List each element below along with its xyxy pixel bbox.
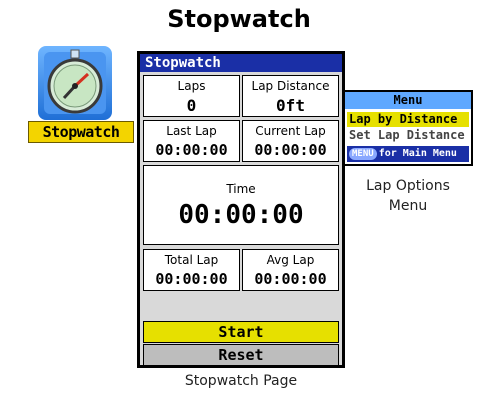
menu-key-icon: MENU	[349, 148, 377, 160]
menu-footer: MENU for Main Menu	[347, 146, 469, 162]
reset-button[interactable]: Reset	[143, 344, 339, 366]
lap-distance-field[interactable]: Lap Distance 0ft	[242, 75, 339, 117]
stopwatch-page-caption: Stopwatch Page	[184, 373, 298, 389]
lap-distance-value: 0ft	[276, 96, 305, 115]
lap-options-menu: Menu Lap by Distance Set Lap Distance ME…	[343, 90, 473, 166]
stopwatch-app-icon[interactable]	[38, 46, 112, 120]
avg-lap-field[interactable]: Avg Lap 00:00:00	[242, 249, 339, 291]
menu-item-set-lap-distance[interactable]: Set Lap Distance	[347, 128, 469, 143]
avg-lap-label: Avg Lap	[266, 253, 315, 267]
lap-options-caption: Lap Options Menu	[343, 176, 473, 216]
screen-body: Laps 0 Lap Distance 0ft Last Lap 00:00:0…	[140, 72, 342, 366]
laps-label: Laps	[177, 79, 206, 93]
stopwatch-icon	[44, 49, 106, 114]
avg-lap-value: 00:00:00	[254, 270, 327, 288]
lap-distance-label: Lap Distance	[251, 79, 330, 93]
last-lap-value: 00:00:00	[155, 141, 228, 159]
menu-list: Lap by Distance Set Lap Distance MENU for…	[345, 109, 471, 164]
last-lap-label: Last Lap	[166, 124, 217, 138]
app-icon-label: Stopwatch	[28, 121, 134, 143]
laps-value: 0	[186, 96, 197, 115]
total-lap-field[interactable]: Total Lap 00:00:00	[143, 249, 240, 291]
lap-options-caption-line1: Lap Options	[366, 178, 450, 194]
time-field[interactable]: Time 00:00:00	[143, 165, 339, 245]
time-label: Time	[226, 182, 256, 196]
menu-footer-text: for Main Menu	[378, 148, 457, 159]
stopwatch-screen: Stopwatch Laps 0 Lap Distance 0ft Last L…	[137, 51, 345, 368]
last-lap-field[interactable]: Last Lap 00:00:00	[143, 120, 240, 162]
current-lap-value: 00:00:00	[254, 141, 327, 159]
time-value: 00:00:00	[178, 200, 304, 230]
total-lap-label: Total Lap	[164, 253, 219, 267]
current-lap-field[interactable]: Current Lap 00:00:00	[242, 120, 339, 162]
page-title: Stopwatch	[167, 5, 311, 33]
start-button[interactable]: Start	[143, 321, 339, 343]
lap-options-caption-line2: Menu	[388, 198, 428, 214]
screen-title: Stopwatch	[140, 54, 342, 72]
total-lap-value: 00:00:00	[155, 270, 228, 288]
menu-title: Menu	[345, 92, 471, 109]
current-lap-label: Current Lap	[255, 124, 326, 138]
menu-item-lap-by-distance[interactable]: Lap by Distance	[347, 112, 469, 127]
laps-field[interactable]: Laps 0	[143, 75, 240, 117]
